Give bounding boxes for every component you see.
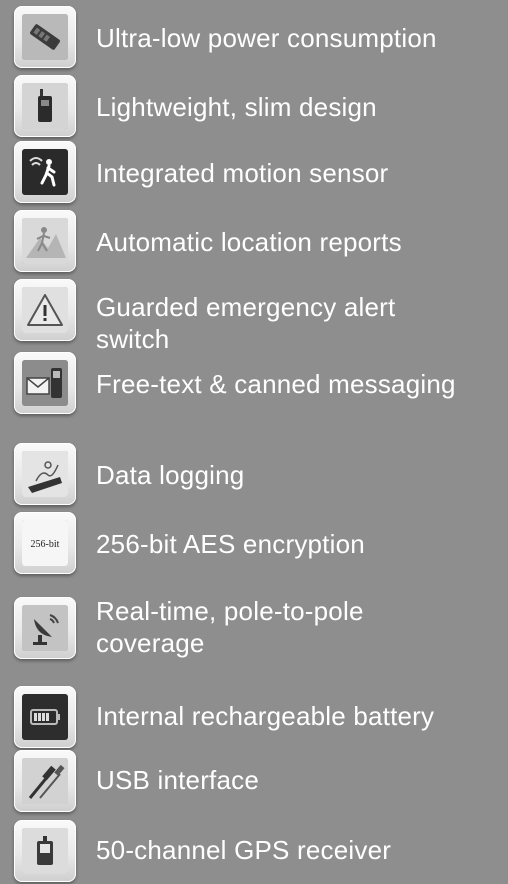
feature-label: 50-channel GPS receiver [96, 835, 392, 865]
messaging-icon [22, 360, 68, 406]
icon-frame [14, 6, 76, 68]
battery-icon [22, 694, 68, 740]
motion-sensor-icon [22, 149, 68, 195]
feature-label: Ultra-low power consumption [96, 23, 437, 53]
icon-frame [14, 820, 76, 882]
warning-triangle-icon [22, 287, 68, 333]
feature-label: Lightweight, slim design [96, 92, 377, 122]
feature-label: USB interface [96, 765, 260, 795]
satellite-dish-icon [22, 605, 68, 651]
icon-frame [14, 75, 76, 137]
icon-frame [14, 279, 76, 341]
icon-frame [14, 597, 76, 659]
icon-frame [14, 750, 76, 812]
feature-label: 256-bit AES encryption [96, 529, 365, 559]
feature-label: Integrated motion sensor [96, 158, 389, 188]
map-report-icon [22, 218, 68, 264]
icon-frame [14, 141, 76, 203]
svg-text:256-bit: 256-bit [31, 539, 60, 550]
icon-frame [14, 210, 76, 272]
icon-frame: 256-bit [14, 512, 76, 574]
data-logging-icon [22, 451, 68, 497]
icon-frame [14, 352, 76, 414]
encryption-icon: 256-bit [22, 520, 68, 566]
gps-receiver-icon [22, 828, 68, 874]
feature-label: Free-text & canned messaging [96, 369, 456, 399]
feature-label: Guarded emergency alert switch [96, 292, 396, 354]
icon-frame [14, 443, 76, 505]
handheld-device-icon [22, 83, 68, 129]
feature-label: Internal rechargeable battery [96, 701, 435, 731]
feature-label: Real-time, pole-to-pole coverage [96, 596, 364, 658]
icon-frame [14, 686, 76, 748]
feature-label: Data logging [96, 460, 245, 490]
battery-pack-icon [22, 14, 68, 60]
usb-cable-icon [22, 758, 68, 804]
feature-label: Automatic location reports [96, 227, 402, 257]
